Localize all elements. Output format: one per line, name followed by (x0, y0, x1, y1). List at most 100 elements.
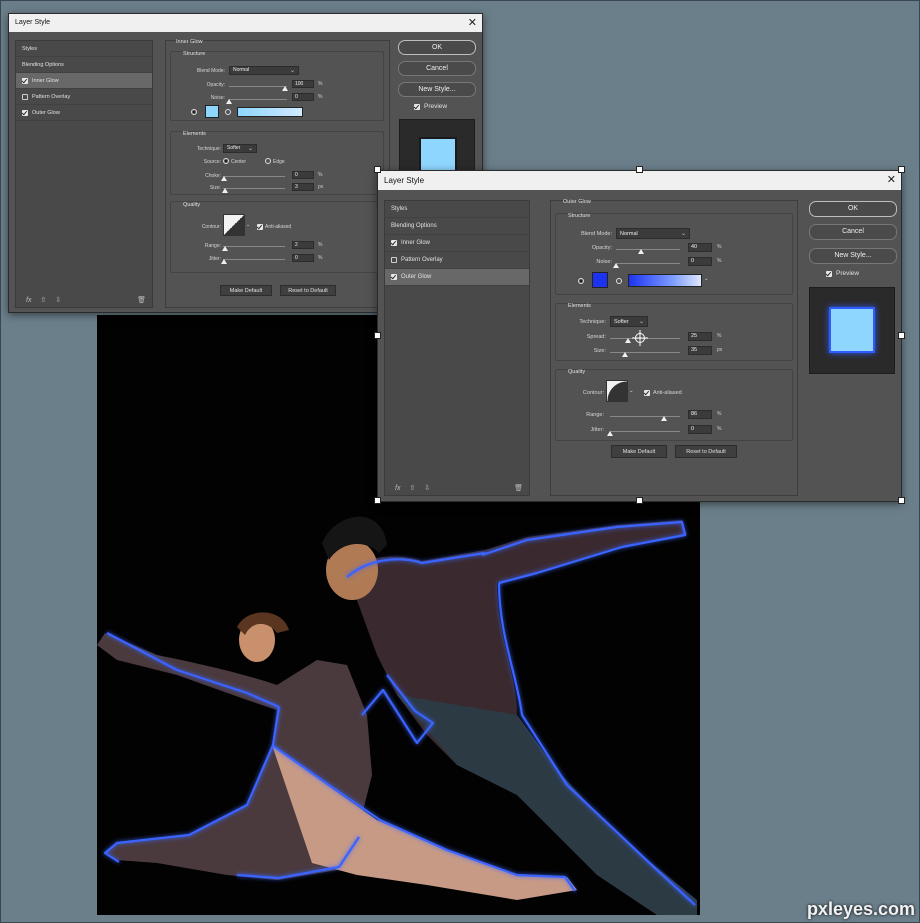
technique-select[interactable]: Softer ⌄ (223, 144, 257, 153)
opacity-slider-thumb[interactable] (638, 249, 644, 254)
range-input[interactable]: 86 (688, 410, 712, 419)
checkbox-icon[interactable] (22, 109, 28, 116)
dialog-titlebar[interactable]: Layer Style ✕ (9, 14, 482, 32)
make-default-button[interactable]: Make Default (611, 445, 667, 458)
style-row-styles[interactable]: Styles (16, 41, 152, 57)
trash-icon[interactable]: 🗑 (514, 484, 523, 492)
noise-slider-thumb[interactable] (226, 99, 232, 104)
spread-slider-thumb[interactable] (625, 338, 631, 343)
fx-icon[interactable]: fx (395, 485, 400, 492)
glow-gradient-picker[interactable] (237, 107, 303, 117)
noise-input[interactable]: 0 (292, 93, 314, 101)
size-input[interactable]: 35 (688, 346, 712, 355)
opacity-slider[interactable] (616, 249, 680, 250)
contour-picker[interactable] (606, 380, 628, 402)
size-slider-thumb[interactable] (222, 188, 228, 193)
size-slider[interactable] (610, 352, 680, 353)
glow-color-swatch[interactable] (205, 105, 219, 118)
blend-mode-select[interactable]: Normal ⌄ (616, 228, 690, 239)
opacity-slider-thumb[interactable] (282, 86, 288, 91)
range-slider[interactable] (223, 246, 285, 247)
transform-handle-bottom-left[interactable] (374, 497, 381, 504)
range-input[interactable]: 2 (292, 241, 314, 249)
transform-handle-top-left[interactable] (374, 166, 381, 173)
fx-icon[interactable]: fx (26, 297, 31, 304)
new-style-button[interactable]: New Style... (809, 248, 897, 264)
transform-handle-top-center[interactable] (636, 166, 643, 173)
style-row-outer-glow[interactable]: Outer Glow (385, 269, 529, 286)
preview-toggle[interactable]: Preview (414, 103, 447, 110)
cancel-button[interactable]: Cancel (809, 224, 897, 240)
checkbox-icon[interactable] (391, 240, 397, 246)
preview-toggle[interactable]: Preview (826, 270, 859, 277)
blend-mode-select[interactable]: Normal ⌄ (229, 66, 299, 75)
style-row-pattern-overlay[interactable]: Pattern Overlay (385, 252, 529, 269)
solid-color-radio[interactable] (191, 109, 197, 115)
checkbox-icon[interactable] (22, 77, 28, 84)
move-up-icon[interactable]: ⇧ (409, 484, 415, 492)
make-default-button[interactable]: Make Default (220, 285, 272, 296)
transform-handle-bottom-right[interactable] (898, 497, 905, 504)
preview-checkbox[interactable] (414, 103, 420, 110)
move-down-icon[interactable]: ⇩ (424, 484, 430, 492)
range-slider-thumb[interactable] (222, 246, 228, 251)
close-icon[interactable]: ✕ (468, 14, 477, 32)
opacity-input[interactable]: 100 (292, 80, 314, 88)
jitter-slider[interactable] (223, 259, 285, 260)
glow-gradient-picker[interactable] (628, 274, 702, 287)
checkbox-icon[interactable] (22, 93, 28, 100)
cancel-button[interactable]: Cancel (398, 61, 476, 76)
size-slider-thumb[interactable] (622, 352, 628, 357)
style-row-inner-glow[interactable]: Inner Glow (385, 235, 529, 252)
ok-button[interactable]: OK (398, 40, 476, 55)
jitter-slider[interactable] (610, 431, 680, 432)
anti-aliased-checkbox[interactable] (257, 224, 263, 230)
anti-aliased-checkbox[interactable] (644, 390, 650, 396)
style-row-styles[interactable]: Styles (385, 201, 529, 218)
noise-slider[interactable] (616, 263, 680, 264)
trash-icon[interactable]: 🗑 (137, 296, 146, 304)
move-down-icon[interactable]: ⇩ (55, 296, 61, 304)
noise-slider-thumb[interactable] (613, 263, 619, 268)
jitter-input[interactable]: 0 (688, 425, 712, 434)
dialog-titlebar[interactable]: Layer Style ✕ (378, 171, 901, 190)
opacity-input[interactable]: 40 (688, 243, 712, 252)
style-row-pattern-overlay[interactable]: Pattern Overlay (16, 89, 152, 105)
reset-to-default-button[interactable]: Reset to Default (675, 445, 737, 458)
transform-handle-top-right[interactable] (898, 166, 905, 173)
transform-handle-middle-right[interactable] (898, 332, 905, 339)
glow-color-swatch[interactable] (592, 272, 608, 288)
move-up-icon[interactable]: ⇧ (40, 296, 46, 304)
transform-handle-bottom-center[interactable] (636, 497, 643, 504)
style-row-outer-glow[interactable]: Outer Glow (16, 105, 152, 121)
style-row-blending-options[interactable]: Blending Options (16, 57, 152, 73)
noise-input[interactable]: 0 (688, 257, 712, 266)
noise-slider[interactable] (229, 99, 287, 100)
checkbox-icon[interactable] (391, 274, 397, 280)
ok-button[interactable]: OK (809, 201, 897, 217)
chevron-down-icon[interactable]: ⌄ (246, 222, 250, 228)
size-slider[interactable] (223, 188, 285, 189)
size-input[interactable]: 3 (292, 183, 314, 191)
style-row-blending-options[interactable]: Blending Options (385, 218, 529, 235)
source-edge-radio[interactable] (265, 158, 271, 164)
choke-slider[interactable] (223, 176, 285, 177)
range-slider-thumb[interactable] (661, 416, 667, 421)
solid-color-radio[interactable] (578, 278, 584, 284)
layer-style-dialog-outer-glow[interactable]: Layer Style ✕ Styles Blending Options In… (377, 170, 902, 502)
style-row-inner-glow[interactable]: Inner Glow (16, 73, 152, 89)
new-style-button[interactable]: New Style... (398, 82, 476, 97)
reset-to-default-button[interactable]: Reset to Default (280, 285, 336, 296)
gradient-radio[interactable] (225, 109, 231, 115)
source-center-radio[interactable] (223, 158, 229, 164)
transform-handle-middle-left[interactable] (374, 332, 381, 339)
gradient-radio[interactable] (616, 278, 622, 284)
checkbox-icon[interactable] (391, 257, 397, 263)
close-icon[interactable]: ✕ (887, 171, 896, 190)
jitter-input[interactable]: 0 (292, 254, 314, 262)
spread-input[interactable]: 25 (688, 332, 712, 341)
chevron-down-icon[interactable]: ⌄ (629, 388, 634, 394)
preview-checkbox[interactable] (826, 270, 832, 277)
range-slider[interactable] (610, 416, 680, 417)
choke-input[interactable]: 0 (292, 171, 314, 179)
